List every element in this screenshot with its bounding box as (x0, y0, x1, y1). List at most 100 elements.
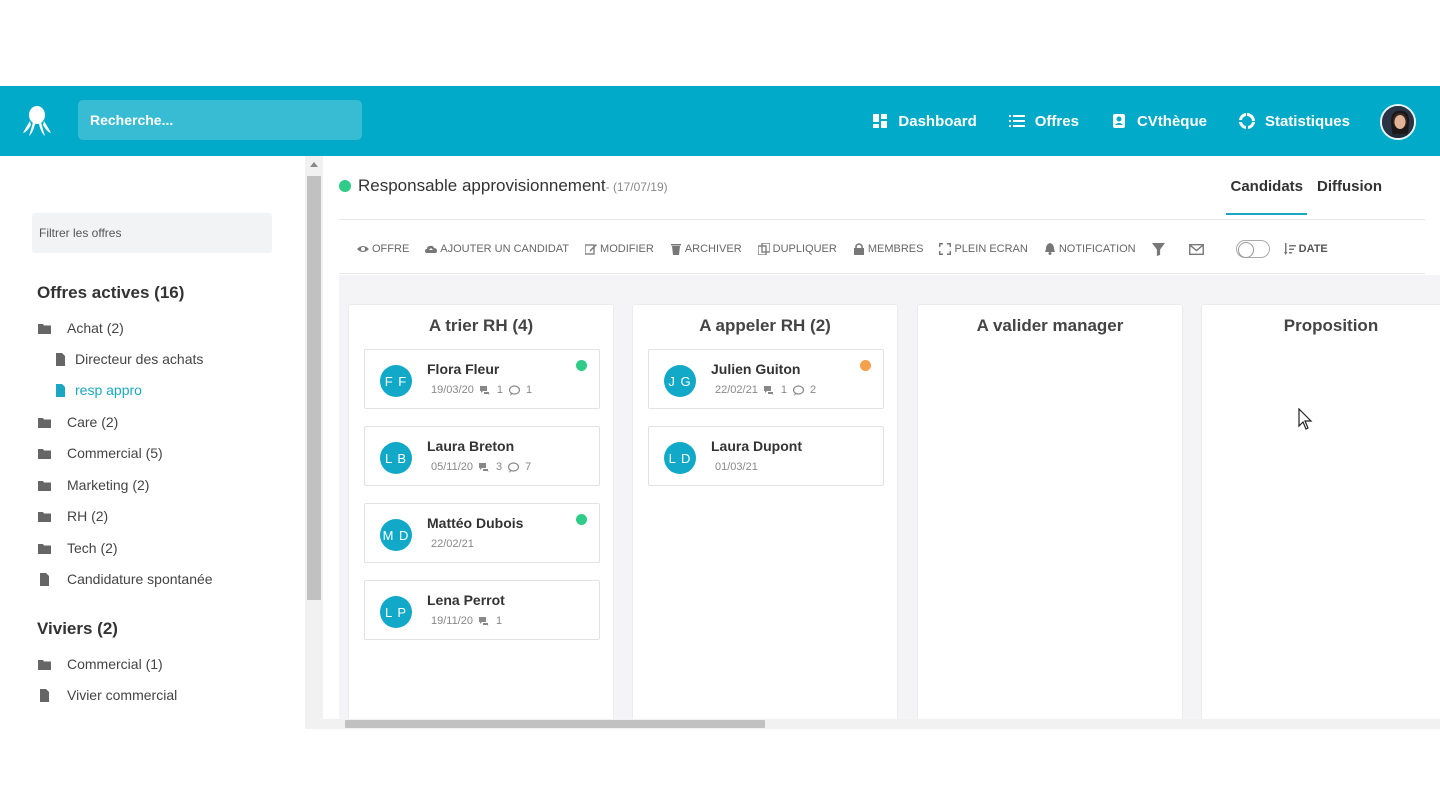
comment-count: 7 (525, 461, 532, 473)
candidate-meta: 22/02/21 1 2 (715, 384, 816, 396)
candidate-avatar: L D (664, 442, 696, 474)
job-toolbar: OFFRE AJOUTER UN CANDIDAT MODIFIER ARCHI… (357, 240, 1328, 258)
fullscreen-button[interactable]: PLEIN ECRAN (939, 243, 1028, 255)
column-title: A valider manager (976, 316, 1124, 335)
contact-card-icon (1112, 114, 1125, 128)
comment-icon (508, 384, 520, 396)
comment-icon (508, 461, 520, 473)
tab-candidats[interactable]: Candidats (1226, 178, 1307, 215)
scrollbar-thumb[interactable] (345, 720, 765, 728)
nav-dashboard-label: Dashboard (898, 112, 977, 130)
candidate-card[interactable]: L B Laura Breton 05/11/20 3 7 (364, 426, 600, 486)
octopus-logo-icon[interactable] (22, 105, 52, 137)
candidate-date: 05/11/20 (431, 461, 474, 473)
tree-file-resp-appro[interactable]: resp appro (54, 382, 142, 398)
filter-button[interactable] (1151, 242, 1165, 256)
tree-folder-care[interactable]: Care (2) (38, 414, 118, 430)
app-window: Dashboard Offres CVthèque Statistiques (0, 86, 1440, 729)
duplicate-label: DUPLIQUER (772, 243, 837, 255)
tree-folder-vivier-commercial[interactable]: Commercial (1) (38, 656, 163, 672)
chart-ring-icon (1238, 113, 1255, 129)
candidate-status-dot (576, 514, 587, 525)
candidate-meta: 19/11/20 1 (431, 615, 502, 627)
scroll-up-arrow-icon[interactable] (310, 162, 318, 167)
kanban-column-proposition: Proposition (1201, 304, 1440, 719)
nav-offres[interactable]: Offres (1008, 113, 1079, 130)
kanban-column-a-valider-manager: A valider manager (917, 304, 1183, 719)
sort-date-label: DATE (1298, 243, 1328, 255)
envelope-icon (1188, 243, 1204, 255)
candidate-card[interactable]: L D Laura Dupont 01/03/21 (648, 426, 884, 486)
filter-offers-input[interactable] (32, 213, 272, 253)
scrollbar-thumb[interactable] (307, 176, 321, 600)
conversation-icon (763, 385, 774, 395)
tree-label: Candidature spontanée (67, 571, 213, 587)
top-navbar: Dashboard Offres CVthèque Statistiques (0, 86, 1440, 156)
tree-file-directeur-des-achats[interactable]: Directeur des achats (54, 351, 203, 367)
modify-label: MODIFIER (600, 243, 654, 255)
tree-label: Care (2) (67, 414, 119, 430)
tab-diffusion[interactable]: Diffusion (1317, 178, 1382, 215)
trash-icon (670, 244, 681, 255)
duplicate-button[interactable]: DUPLIQUER (757, 243, 837, 255)
modify-button[interactable]: MODIFIER (585, 243, 654, 255)
conversation-icon (479, 385, 490, 395)
candidate-avatar: F F (380, 365, 412, 397)
board-horizontal-scrollbar[interactable] (323, 719, 1440, 729)
candidate-card[interactable]: J G Julien Guiton 22/02/21 1 2 (648, 349, 884, 409)
candidate-card[interactable]: L P Lena Perrot 19/11/20 1 (364, 580, 600, 640)
candidate-date: 19/11/20 (431, 615, 474, 627)
edit-icon (585, 244, 598, 255)
tree-label: Directeur des achats (75, 351, 204, 367)
candidate-card[interactable]: F F Flora Fleur 19/03/20 1 1 (364, 349, 600, 409)
offre-button[interactable]: OFFRE (357, 243, 409, 255)
candidate-card[interactable]: M D Mattéo Dubois 22/02/21 (364, 503, 600, 563)
add-candidate-button[interactable]: AJOUTER UN CANDIDAT (425, 243, 569, 255)
dashboard-icon (873, 114, 888, 128)
tree-file-vivier-commercial[interactable]: Vivier commercial (38, 687, 177, 703)
tree-folder-achat[interactable]: Achat (2) (38, 320, 124, 336)
eye-icon (357, 246, 369, 252)
candidate-name: Julien Guiton (711, 361, 801, 377)
email-button[interactable] (1188, 243, 1204, 256)
tree-folder-marketing[interactable]: Marketing (2) (38, 477, 149, 493)
bell-icon (1044, 243, 1055, 255)
column-title: A trier RH (4) (428, 316, 534, 335)
tree-folder-tech[interactable]: Tech (2) (38, 540, 118, 556)
nav-cvtheque[interactable]: CVthèque (1111, 113, 1207, 130)
nav-dashboard[interactable]: Dashboard (872, 112, 977, 130)
search-input[interactable] (78, 100, 362, 140)
tree-label: resp appro (75, 382, 142, 398)
nav-statistiques-label: Statistiques (1264, 112, 1350, 130)
file-icon (56, 352, 65, 366)
members-label: MEMBRES (867, 243, 924, 255)
candidate-name: Laura Dupont (711, 438, 802, 454)
mouse-cursor-icon (1298, 408, 1313, 430)
job-main-panel: Responsable approvisionnement- (17/07/19… (323, 156, 1440, 729)
nav-statistiques[interactable]: Statistiques (1238, 112, 1350, 130)
folder-icon (38, 417, 51, 428)
archive-button[interactable]: ARCHIVER (670, 243, 742, 255)
members-button[interactable]: MEMBRES (853, 243, 924, 255)
notification-label: NOTIFICATION (1058, 243, 1136, 255)
file-icon (40, 688, 49, 702)
tree-label: Marketing (2) (67, 477, 150, 493)
conversation-count: 1 (496, 615, 503, 627)
candidate-avatar: J G (664, 365, 696, 397)
tree-folder-rh[interactable]: RH (2) (38, 508, 108, 524)
user-photo-icon (1382, 106, 1414, 138)
tree-file-candidature-spontanee[interactable]: Candidature spontanée (38, 571, 213, 587)
folder-icon (38, 659, 51, 670)
tree-label: Achat (2) (67, 320, 124, 336)
tree-folder-commercial[interactable]: Commercial (5) (38, 445, 163, 461)
view-toggle[interactable] (1235, 240, 1270, 258)
candidate-date: 22/02/21 (715, 384, 758, 396)
job-date: - (17/07/19) (605, 180, 668, 194)
job-tabs: Candidats Diffusion (1226, 178, 1382, 215)
sort-date-button[interactable]: DATE (1283, 243, 1328, 255)
notification-button[interactable]: NOTIFICATION (1044, 243, 1136, 255)
sidebar-scrollbar[interactable] (305, 156, 323, 729)
user-avatar[interactable] (1380, 104, 1416, 140)
candidate-avatar: M D (380, 519, 412, 551)
offers-sidebar: Offres actives (16) Achat (2) Directeur … (0, 156, 305, 729)
